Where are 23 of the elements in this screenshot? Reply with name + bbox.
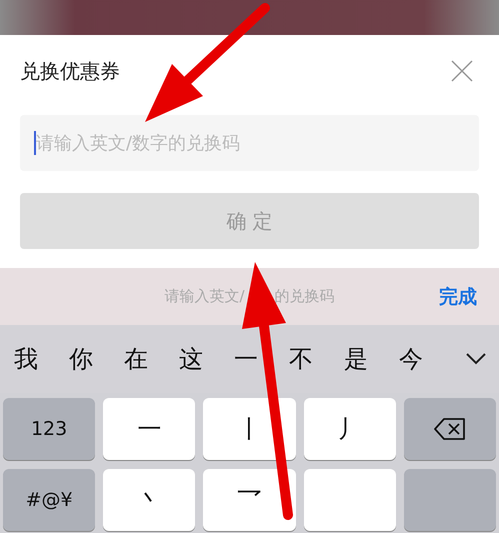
close-icon[interactable] <box>451 60 473 82</box>
backspace-icon <box>434 418 466 440</box>
keyboard-key[interactable]: 丿 <box>304 398 396 460</box>
keyboard-key[interactable]: 一 <box>103 398 196 460</box>
input-field[interactable]: 请输入英文/数字的兑换码 <box>20 115 479 171</box>
candidate-word[interactable]: 在 <box>124 343 148 375</box>
hint-text: 的兑换码 <box>274 287 335 306</box>
candidate-word[interactable]: 是 <box>344 343 368 375</box>
candidate-word[interactable]: 这 <box>179 343 203 375</box>
candidate-word[interactable]: 一 <box>234 343 258 375</box>
candidate-word[interactable]: 今 <box>399 343 423 375</box>
candidate-word[interactable]: 你 <box>69 343 93 375</box>
dialog-title: 兑换优惠券 <box>20 58 120 84</box>
keyboard-key[interactable]: #@¥ <box>3 469 96 531</box>
delete-key[interactable] <box>404 398 496 460</box>
keyboard-key[interactable]: 123 <box>3 398 96 460</box>
keyboard-key[interactable]: 乛 <box>203 469 296 531</box>
candidate-word[interactable]: 我 <box>14 343 38 375</box>
done-button[interactable]: 完成 <box>439 284 477 310</box>
chevron-down-icon[interactable] <box>465 352 487 366</box>
candidate-word[interactable]: 不 <box>289 343 313 375</box>
hint-text: 请输入英文/ <box>164 287 245 306</box>
keyboard-key[interactable]: 丶 <box>103 469 196 531</box>
